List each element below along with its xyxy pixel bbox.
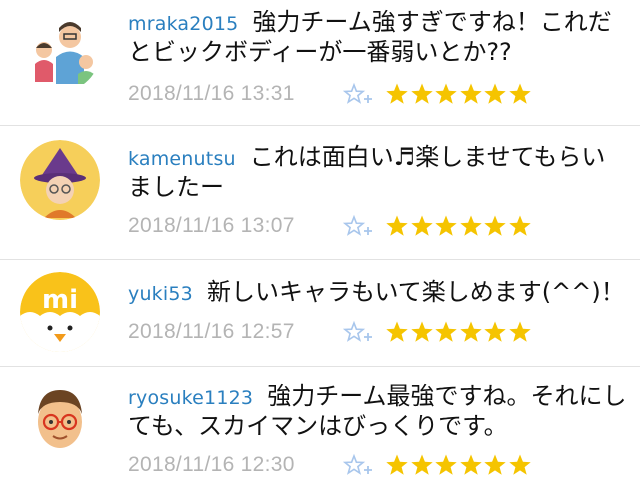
username-link[interactable]: ryosuke1123: [128, 387, 253, 409]
star-icon: [459, 82, 483, 106]
star-icon: [483, 320, 507, 344]
star-icon: [385, 453, 409, 477]
star-icon: [434, 214, 458, 238]
comment-meta: 2018/11/16 12:30: [128, 450, 532, 480]
comment-meta: 2018/11/16 13:07: [128, 211, 532, 241]
star-rating: [385, 320, 532, 344]
timestamp: 2018/11/16 13:31: [128, 82, 295, 105]
star-icon: [508, 453, 532, 477]
glasses-boy-avatar-icon[interactable]: [20, 378, 100, 458]
star-icon: [508, 320, 532, 344]
star-icon: [434, 453, 458, 477]
star-icon: [385, 320, 409, 344]
add-star-icon[interactable]: [343, 82, 375, 106]
comment-text: kamenutsu これは面白い♬楽しませてもらいましたー: [128, 143, 628, 201]
username-link[interactable]: kamenutsu: [128, 148, 236, 170]
username-link[interactable]: yuki53: [128, 283, 193, 305]
star-icon: [483, 453, 507, 477]
comment-meta: 2018/11/16 12:57: [128, 317, 532, 347]
divider: [0, 125, 640, 126]
star-icon: [483, 82, 507, 106]
add-star-icon[interactable]: [343, 214, 375, 238]
star-icon: [385, 82, 409, 106]
star-icon: [483, 214, 507, 238]
avatar-label: mi: [42, 285, 78, 315]
star-icon: [508, 82, 532, 106]
star-rating: [385, 82, 532, 106]
star-icon: [459, 214, 483, 238]
star-rating: [385, 214, 532, 238]
star-icon: [410, 214, 434, 238]
star-icon: [508, 214, 532, 238]
comment-meta: 2018/11/16 13:31: [128, 79, 532, 109]
witch-avatar-icon[interactable]: [20, 140, 100, 220]
comment-text: mraka2015 強力チーム強すぎですね！これだとビックボディーが一番弱いとか?…: [128, 8, 628, 66]
star-icon: [410, 82, 434, 106]
star-icon: [385, 214, 409, 238]
star-icon: [410, 453, 434, 477]
comment-text: ryosuke1123 強力チーム最強ですね。それにしても、スカイマンはびっくりで…: [128, 382, 628, 440]
divider: [0, 366, 640, 367]
add-star-icon[interactable]: [343, 453, 375, 477]
add-star-icon[interactable]: [343, 320, 375, 344]
comment-body: 新しいキャラもいて楽しめます(^^)！: [206, 278, 625, 306]
star-icon: [459, 453, 483, 477]
star-icon: [459, 320, 483, 344]
star-icon: [434, 320, 458, 344]
star-rating: [385, 453, 532, 477]
star-icon: [410, 320, 434, 344]
username-link[interactable]: mraka2015: [128, 13, 238, 35]
star-icon: [434, 82, 458, 106]
timestamp: 2018/11/16 12:57: [128, 320, 295, 343]
divider: [0, 259, 640, 260]
timestamp: 2018/11/16 13:07: [128, 214, 295, 237]
family-avatar-icon[interactable]: [20, 12, 100, 92]
comment-text: yuki53 新しいキャラもいて楽しめます(^^)！: [128, 278, 628, 308]
chick-avatar-icon[interactable]: mi: [20, 272, 100, 352]
timestamp: 2018/11/16 12:30: [128, 453, 295, 476]
